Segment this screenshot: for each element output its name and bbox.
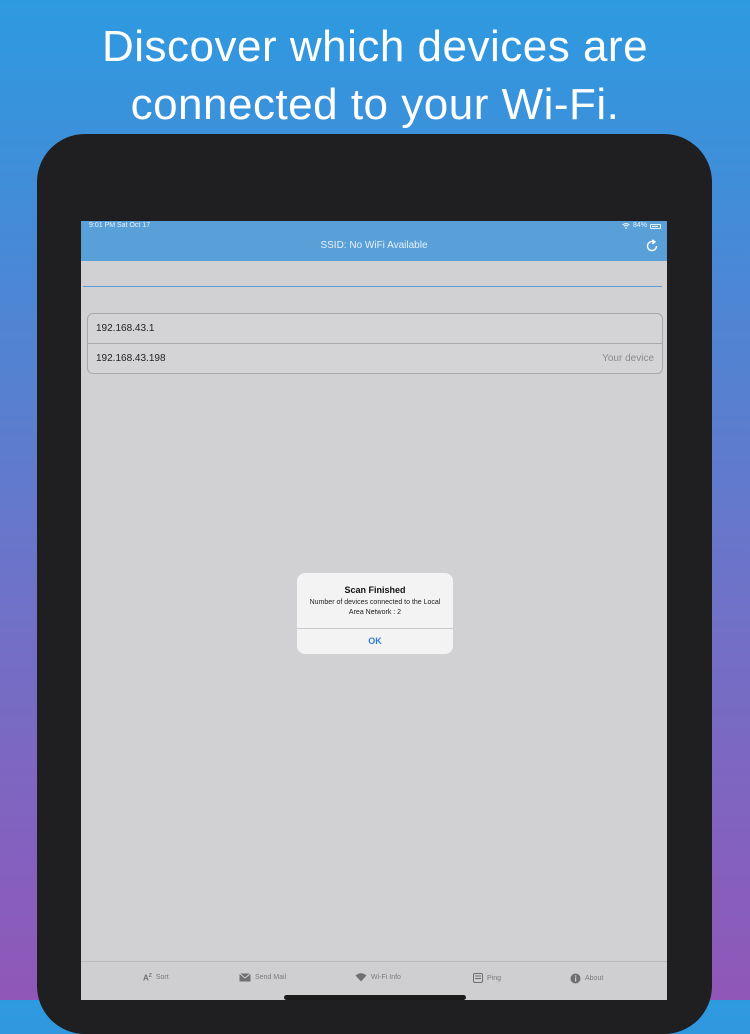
tab-sort[interactable]: AZ Sort <box>143 973 169 983</box>
ssid-title: SSID: No WiFi Available <box>320 240 428 251</box>
promo-headline: Discover which devices are connected to … <box>0 18 750 134</box>
scan-finished-alert: Scan Finished Number of devices connecte… <box>297 573 453 654</box>
device-note: Your device <box>602 353 654 364</box>
tab-label: About <box>585 975 604 982</box>
mail-icon <box>239 973 251 982</box>
status-right: 84% <box>622 221 661 231</box>
headline-line-1: Discover which devices are <box>101 22 649 71</box>
tab-label: Sort <box>155 974 169 982</box>
device-list: 192.168.43.1 192.168.43.198 Your device <box>87 313 663 374</box>
tab-label: Wi-Fi Info <box>371 974 401 981</box>
tab-label: Ping <box>487 974 502 982</box>
alert-message: Number of devices connected to the Local… <box>309 599 441 616</box>
alert-title: Scan Finished <box>344 585 406 595</box>
tab-send-mail[interactable]: Send Mail <box>239 973 286 982</box>
nav-bar: SSID: No WiFi Available <box>81 231 667 261</box>
device-ip: 192.168.43.198 <box>96 353 166 364</box>
home-indicator <box>284 995 466 1000</box>
wifi-icon <box>355 973 367 982</box>
wifi-status-icon <box>622 223 630 229</box>
tab-wifi-info[interactable]: Wi-Fi Info <box>355 973 401 982</box>
tab-label: Send Mail <box>255 974 287 981</box>
device-row[interactable]: 192.168.43.1 <box>88 314 662 343</box>
device-ip: 192.168.43.1 <box>96 323 155 334</box>
headline-line-2: connected to your Wi-Fi. <box>130 80 620 129</box>
ping-icon <box>473 973 483 983</box>
status-bar: 9:01 PM Sat Oct 17 84% <box>81 221 667 231</box>
battery-icon <box>650 223 661 229</box>
az-sort-icon: AZ <box>143 973 152 983</box>
status-time: 9:01 PM Sat Oct 17 <box>89 222 151 229</box>
info-icon <box>570 973 581 984</box>
tab-about[interactable]: About <box>570 973 603 984</box>
refresh-icon[interactable] <box>645 239 659 253</box>
app-screen: 9:01 PM Sat Oct 17 84% SSID: No WiFi Ava… <box>81 221 667 1000</box>
battery-percent: 84% <box>632 222 647 229</box>
device-row[interactable]: 192.168.43.198 Your device <box>88 343 662 373</box>
search-underline[interactable] <box>83 286 662 287</box>
tab-ping[interactable]: Ping <box>473 973 501 983</box>
alert-ok-button[interactable]: OK <box>297 629 453 654</box>
